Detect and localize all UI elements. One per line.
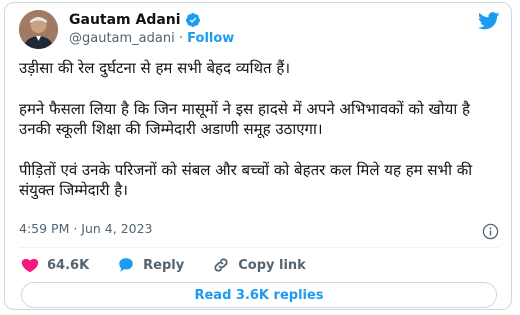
divider	[19, 247, 499, 248]
verified-badge-icon	[185, 13, 200, 27]
twitter-bird-icon[interactable]	[478, 12, 500, 30]
author-handle[interactable]: @gautam_adani	[69, 31, 175, 46]
like-button[interactable]: 64.6K	[21, 256, 89, 274]
handle-row: @gautam_adani · Follow	[69, 31, 234, 46]
tweet-paragraph: उड़ीसा की रेल दुर्घटना से हम सभी बेहद व्…	[19, 59, 291, 77]
avatar[interactable]	[19, 10, 58, 49]
link-icon	[214, 258, 228, 272]
copy-link-button[interactable]: Copy link	[212, 256, 306, 274]
tweet-paragraph: हमने फैसला लिया है कि जिन मासूमों ने इस …	[19, 99, 470, 139]
tweet-timestamp[interactable]: 4:59 PM · Jun 4, 2023	[19, 221, 153, 236]
copy-link-label: Copy link	[238, 257, 306, 273]
follow-button[interactable]: Follow	[187, 31, 234, 46]
read-replies-button[interactable]: Read 3.6K replies	[21, 282, 497, 308]
tweet-paragraph: पीड़ितों एवं उनके परिजनों को संबल और बच्…	[19, 160, 473, 200]
action-bar: 64.6K Reply Copy link	[21, 256, 334, 274]
info-icon[interactable]	[482, 223, 499, 240]
reply-bubble-icon	[119, 258, 133, 272]
like-count: 64.6K	[47, 257, 90, 273]
reply-label: Reply	[143, 257, 185, 273]
tweet-text: उड़ीसा की रेल दुर्घटना से हम सभी बेहद व्…	[19, 58, 503, 221]
separator-dot: ·	[178, 31, 184, 46]
author-name-row[interactable]: Gautam Adani	[69, 12, 201, 28]
tweet-card: Gautam Adani @gautam_adani · Follow उड़ी…	[4, 2, 512, 310]
heart-icon	[21, 258, 39, 273]
author-name[interactable]: Gautam Adani	[69, 12, 181, 28]
reply-button[interactable]: Reply	[117, 256, 184, 274]
